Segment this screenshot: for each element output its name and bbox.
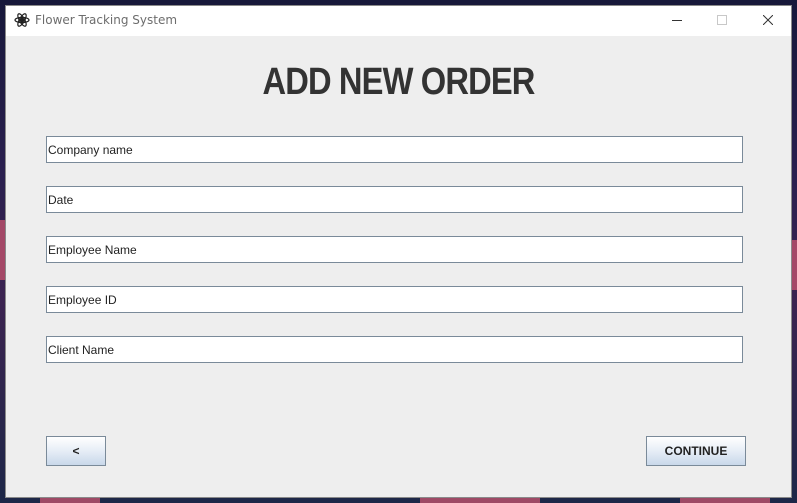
continue-button-label: CONTINUE — [664, 444, 728, 458]
desktop-background-strip — [420, 497, 540, 503]
desktop-background-strip — [40, 497, 100, 503]
back-button-label: < — [72, 444, 80, 458]
title-bar[interactable]: Flower Tracking System — [6, 6, 791, 36]
minimize-button[interactable] — [654, 6, 700, 36]
minimize-icon — [672, 20, 682, 21]
company-name-field[interactable] — [46, 136, 743, 163]
date-field[interactable] — [46, 186, 743, 213]
app-window: Flower Tracking System ADD NEW ORDER < C… — [6, 6, 791, 497]
app-flower-icon — [14, 12, 30, 28]
employee-id-field[interactable] — [46, 286, 743, 313]
close-icon — [763, 15, 773, 25]
maximize-button[interactable] — [699, 6, 745, 36]
desktop-background-strip — [680, 497, 770, 503]
continue-button[interactable]: CONTINUE — [646, 436, 746, 466]
back-button[interactable]: < — [46, 436, 106, 466]
close-button[interactable] — [745, 6, 791, 36]
client-name-field[interactable] — [46, 336, 743, 363]
page-title: ADD NEW ORDER — [262, 61, 535, 103]
maximize-icon — [717, 15, 727, 25]
desktop-background-strip — [791, 240, 797, 290]
window-title: Flower Tracking System — [35, 13, 178, 27]
employee-name-field[interactable] — [46, 236, 743, 263]
